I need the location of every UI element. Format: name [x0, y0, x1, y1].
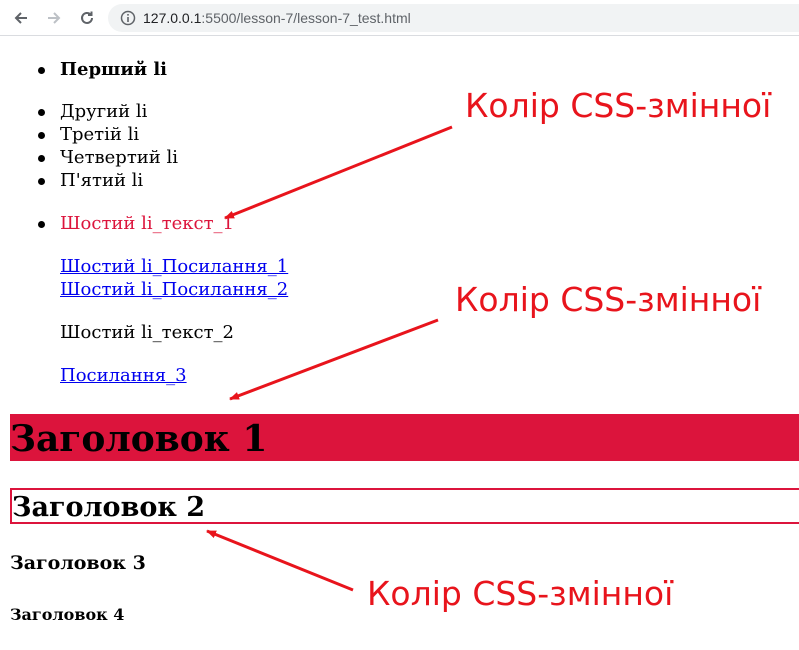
bullet [38, 178, 45, 185]
bullet [38, 155, 45, 162]
list-item-text: П'ятий li [60, 170, 144, 191]
info-icon[interactable] [120, 10, 136, 26]
bullet [38, 132, 45, 139]
link-2[interactable]: Шостий li_Посилання_2 [60, 279, 288, 300]
heading-1: Заголовок 1 [10, 418, 268, 460]
url-host: 127.0.0.1 [143, 10, 202, 26]
bullet [38, 221, 45, 228]
heading-3: Заголовок 3 [10, 552, 146, 574]
bullet [38, 67, 45, 74]
browser-toolbar: 127.0.0.1:5500/lesson-7/lesson-7_test.ht… [0, 0, 799, 36]
list-item-text: Шостий li_текст_1 [60, 213, 234, 234]
list-item: П'ятий li [38, 170, 144, 191]
heading-4: Заголовок 4 [10, 605, 125, 624]
list-item-text: Перший li [60, 59, 168, 80]
reload-button[interactable] [75, 6, 99, 30]
back-arrow-icon [14, 12, 27, 24]
forward-button[interactable] [42, 6, 66, 30]
url-path: :5500/lesson-7/lesson-7_test.html [201, 10, 411, 26]
page-content: Перший li Другий li Третій li Четвертий … [0, 37, 799, 650]
list-item-text: Третій li [60, 124, 140, 145]
link-1[interactable]: Шостий li_Посилання_1 [60, 256, 288, 277]
bullet [38, 109, 45, 116]
link-row: Шостий li_Посилання_2 [60, 279, 288, 300]
paragraph-text: Шостий li_текст_2 [60, 322, 234, 343]
reload-icon [81, 11, 93, 24]
list-item: Перший li [38, 59, 168, 80]
annotation-label: Колір CSS-змінної [465, 86, 772, 125]
list-item-text: Четвертий li [60, 147, 179, 168]
annotation-label: Колір CSS-змінної [455, 280, 762, 319]
heading-2: Заголовок 2 [12, 492, 206, 523]
link-3[interactable]: Посилання_3 [60, 365, 187, 386]
list-item-text: Другий li [60, 101, 148, 122]
forward-arrow-icon [48, 12, 61, 24]
list-item: Шостий li_текст_1 [38, 213, 234, 234]
list-item: Другий li [38, 101, 148, 122]
link-row: Посилання_3 [60, 365, 187, 386]
list-item: Третій li [38, 124, 140, 145]
address-bar[interactable]: 127.0.0.1:5500/lesson-7/lesson-7_test.ht… [108, 4, 799, 32]
list-item: Четвертий li [38, 147, 179, 168]
annotation-label: Колір CSS-змінної [367, 574, 674, 613]
url-text: 127.0.0.1:5500/lesson-7/lesson-7_test.ht… [143, 10, 411, 26]
back-button[interactable] [9, 6, 33, 30]
link-row: Шостий li_Посилання_1 [60, 256, 288, 277]
